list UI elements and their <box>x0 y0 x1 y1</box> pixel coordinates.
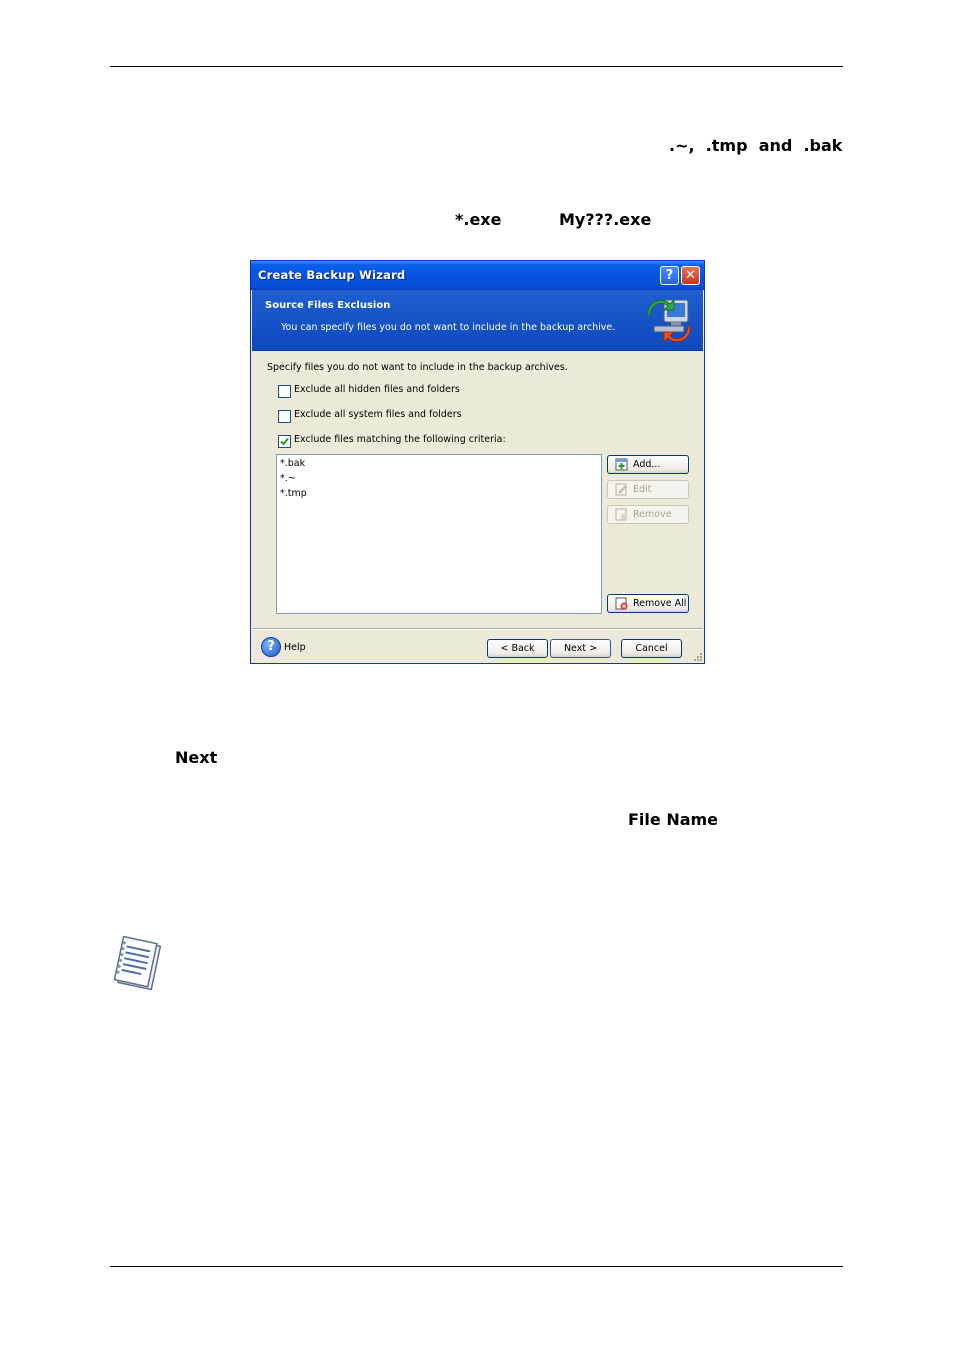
hidden-files-label[interactable]: Exclude all hidden files and folders <box>294 384 460 395</box>
wizard-header: Source Files Exclusion You can specify f… <box>252 290 703 351</box>
remove-all-label: Remove All <box>633 598 687 609</box>
next-text: Next <box>175 748 218 767</box>
add-icon <box>615 458 628 471</box>
instruction-text: Specify files you do not want to include… <box>267 362 568 373</box>
backup-computer-icon <box>647 298 691 344</box>
title-help-button[interactable]: ? <box>660 266 679 285</box>
list-item[interactable]: *.~ <box>280 473 296 484</box>
create-backup-wizard-window: Create Backup Wizard ? ✕ Source Files Ex… <box>250 260 705 664</box>
list-item[interactable]: *.bak <box>280 458 305 469</box>
edit-icon <box>615 483 627 496</box>
add-label: Add... <box>633 459 661 470</box>
header-title: Source Files Exclusion <box>265 300 391 311</box>
criteria-list[interactable]: *.bak *.~ *.tmp <box>276 454 602 614</box>
bottom-rule <box>110 1266 843 1267</box>
remove-all-icon <box>615 597 628 610</box>
edit-button[interactable]: Edit <box>607 480 689 499</box>
remove-icon <box>615 508 627 521</box>
system-files-checkbox[interactable] <box>278 410 291 423</box>
criteria-checkbox[interactable] <box>278 435 291 448</box>
help-icon[interactable]: ? <box>261 637 281 657</box>
extensions-text: .~, .tmp and .bak <box>669 136 843 155</box>
remove-all-button[interactable]: Remove All <box>607 594 689 613</box>
criteria-label[interactable]: Exclude files matching the following cri… <box>294 434 506 445</box>
remove-button[interactable]: Remove <box>607 505 689 524</box>
title-bar[interactable]: Create Backup Wizard ? ✕ <box>251 261 704 290</box>
header-subtitle: You can specify files you do not want to… <box>281 322 616 333</box>
system-files-label[interactable]: Exclude all system files and folders <box>294 409 462 420</box>
edit-label: Edit <box>633 484 652 495</box>
title-close-button[interactable]: ✕ <box>681 266 700 285</box>
exe-mask-text: *.exe <box>455 210 502 229</box>
footer-separator-highlight <box>252 629 703 630</box>
my-exe-mask-text: My???.exe <box>559 210 652 229</box>
note-icon <box>113 936 162 991</box>
cancel-button[interactable]: Cancel <box>621 639 682 658</box>
top-rule <box>110 66 843 67</box>
file-name-text: File Name <box>628 810 719 829</box>
list-item[interactable]: *.tmp <box>280 488 307 499</box>
checkmark-icon <box>280 437 289 446</box>
help-link[interactable]: Help <box>284 642 306 653</box>
remove-label: Remove <box>633 509 672 520</box>
hidden-files-checkbox[interactable] <box>278 385 291 398</box>
back-button[interactable]: < Back <box>487 639 548 658</box>
resize-grip-icon[interactable] <box>692 651 702 661</box>
add-button[interactable]: Add... <box>607 455 689 474</box>
window-title: Create Backup Wizard <box>258 268 406 282</box>
next-button[interactable]: Next > <box>550 639 611 658</box>
